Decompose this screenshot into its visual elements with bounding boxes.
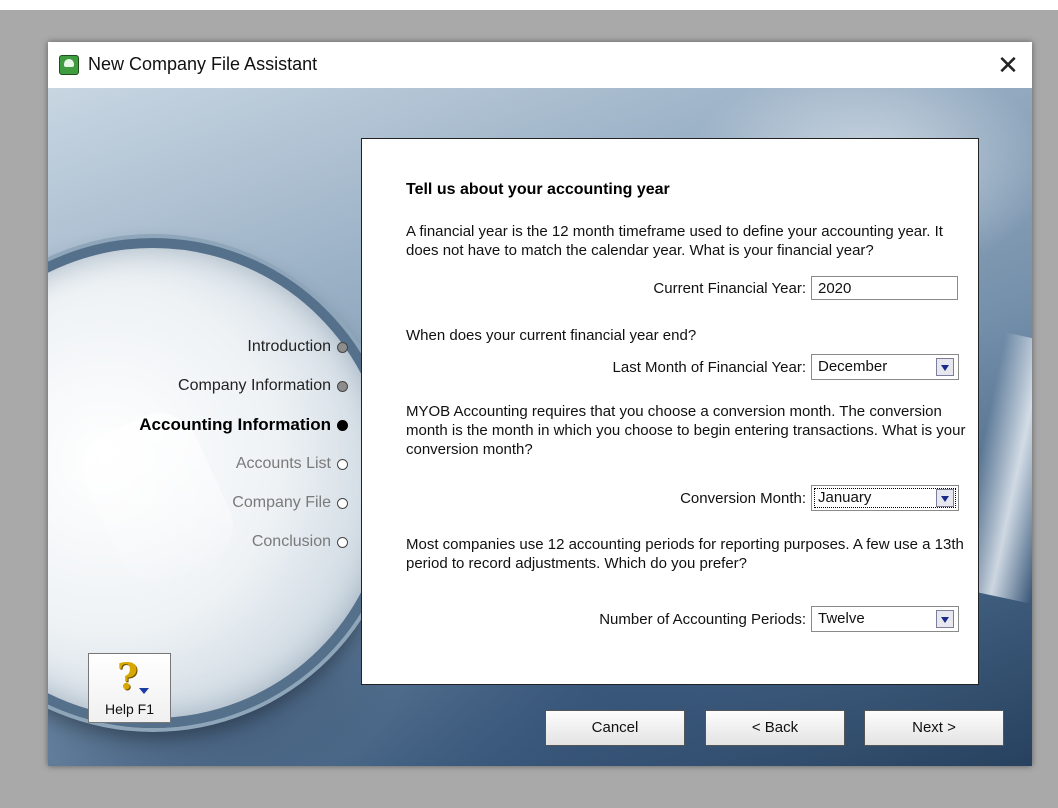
step-complete-icon <box>337 380 348 392</box>
close-button[interactable]: ✕ <box>992 50 1024 80</box>
wizard-content: Introduction Company Information Account… <box>48 88 1032 766</box>
step-accounts-list: Accounts List <box>108 455 348 473</box>
step-label: Accounting Information <box>139 415 331 434</box>
periods-value: Twelve <box>818 610 865 627</box>
last-month-label: Last Month of Financial Year: <box>612 359 806 376</box>
form-panel: Tell us about your accounting year A fin… <box>361 138 979 685</box>
step-conclusion: Conclusion <box>108 533 348 551</box>
step-label: Accounts List <box>235 455 331 472</box>
back-button[interactable]: < Back <box>705 710 845 746</box>
conversion-description: MYOB Accounting requires that you choose… <box>406 403 966 458</box>
chevron-down-icon[interactable] <box>936 358 954 376</box>
window-title: New Company File Assistant <box>88 54 318 74</box>
dropdown-arrow-icon <box>139 688 149 694</box>
current-year-label: Current Financial Year: <box>653 280 806 297</box>
help-button[interactable]: ? Help F1 <box>88 653 171 723</box>
assistant-window: New Company File Assistant ✕ Introductio… <box>48 42 1032 766</box>
step-pending-icon <box>337 497 348 509</box>
screen-top-strip <box>0 0 1058 10</box>
next-button[interactable]: Next > <box>864 710 1004 746</box>
financial-year-description: A financial year is the 12 month timefra… <box>406 223 943 259</box>
conversion-month-label: Conversion Month: <box>680 490 806 507</box>
periods-select[interactable]: Twelve <box>811 606 959 632</box>
chevron-down-icon[interactable] <box>936 489 954 507</box>
title-bar: New Company File Assistant ✕ <box>48 42 1032 88</box>
step-accounting-information: Accounting Information <box>108 415 348 434</box>
step-navigation: Introduction Company Information Account… <box>108 338 348 551</box>
step-pending-icon <box>337 536 348 548</box>
periods-label: Number of Accounting Periods: <box>599 611 806 628</box>
step-company-information: Company Information <box>108 377 348 395</box>
step-label: Conclusion <box>251 533 331 550</box>
app-icon <box>59 55 79 75</box>
periods-description: Most companies use 12 accounting periods… <box>406 536 964 572</box>
cancel-button[interactable]: Cancel <box>545 710 685 746</box>
chevron-down-icon[interactable] <box>936 610 954 628</box>
step-pending-icon <box>337 458 348 470</box>
step-current-icon <box>337 419 348 431</box>
year-end-question: When does your current financial year en… <box>406 327 697 344</box>
step-label: Introduction <box>247 338 331 355</box>
conversion-month-select[interactable]: January <box>811 485 959 511</box>
panel-heading: Tell us about your accounting year <box>406 181 670 198</box>
current-year-input[interactable] <box>811 276 958 300</box>
conversion-month-value: January <box>818 489 872 506</box>
step-introduction: Introduction <box>108 338 348 356</box>
step-company-file: Company File <box>108 494 348 512</box>
last-month-value: December <box>818 358 888 375</box>
help-label: Help F1 <box>104 701 155 717</box>
step-label: Company Information <box>178 377 331 394</box>
step-complete-icon <box>337 341 348 353</box>
step-label: Company File <box>232 494 331 511</box>
help-icon: ? <box>117 656 139 698</box>
last-month-select[interactable]: December <box>811 354 959 380</box>
